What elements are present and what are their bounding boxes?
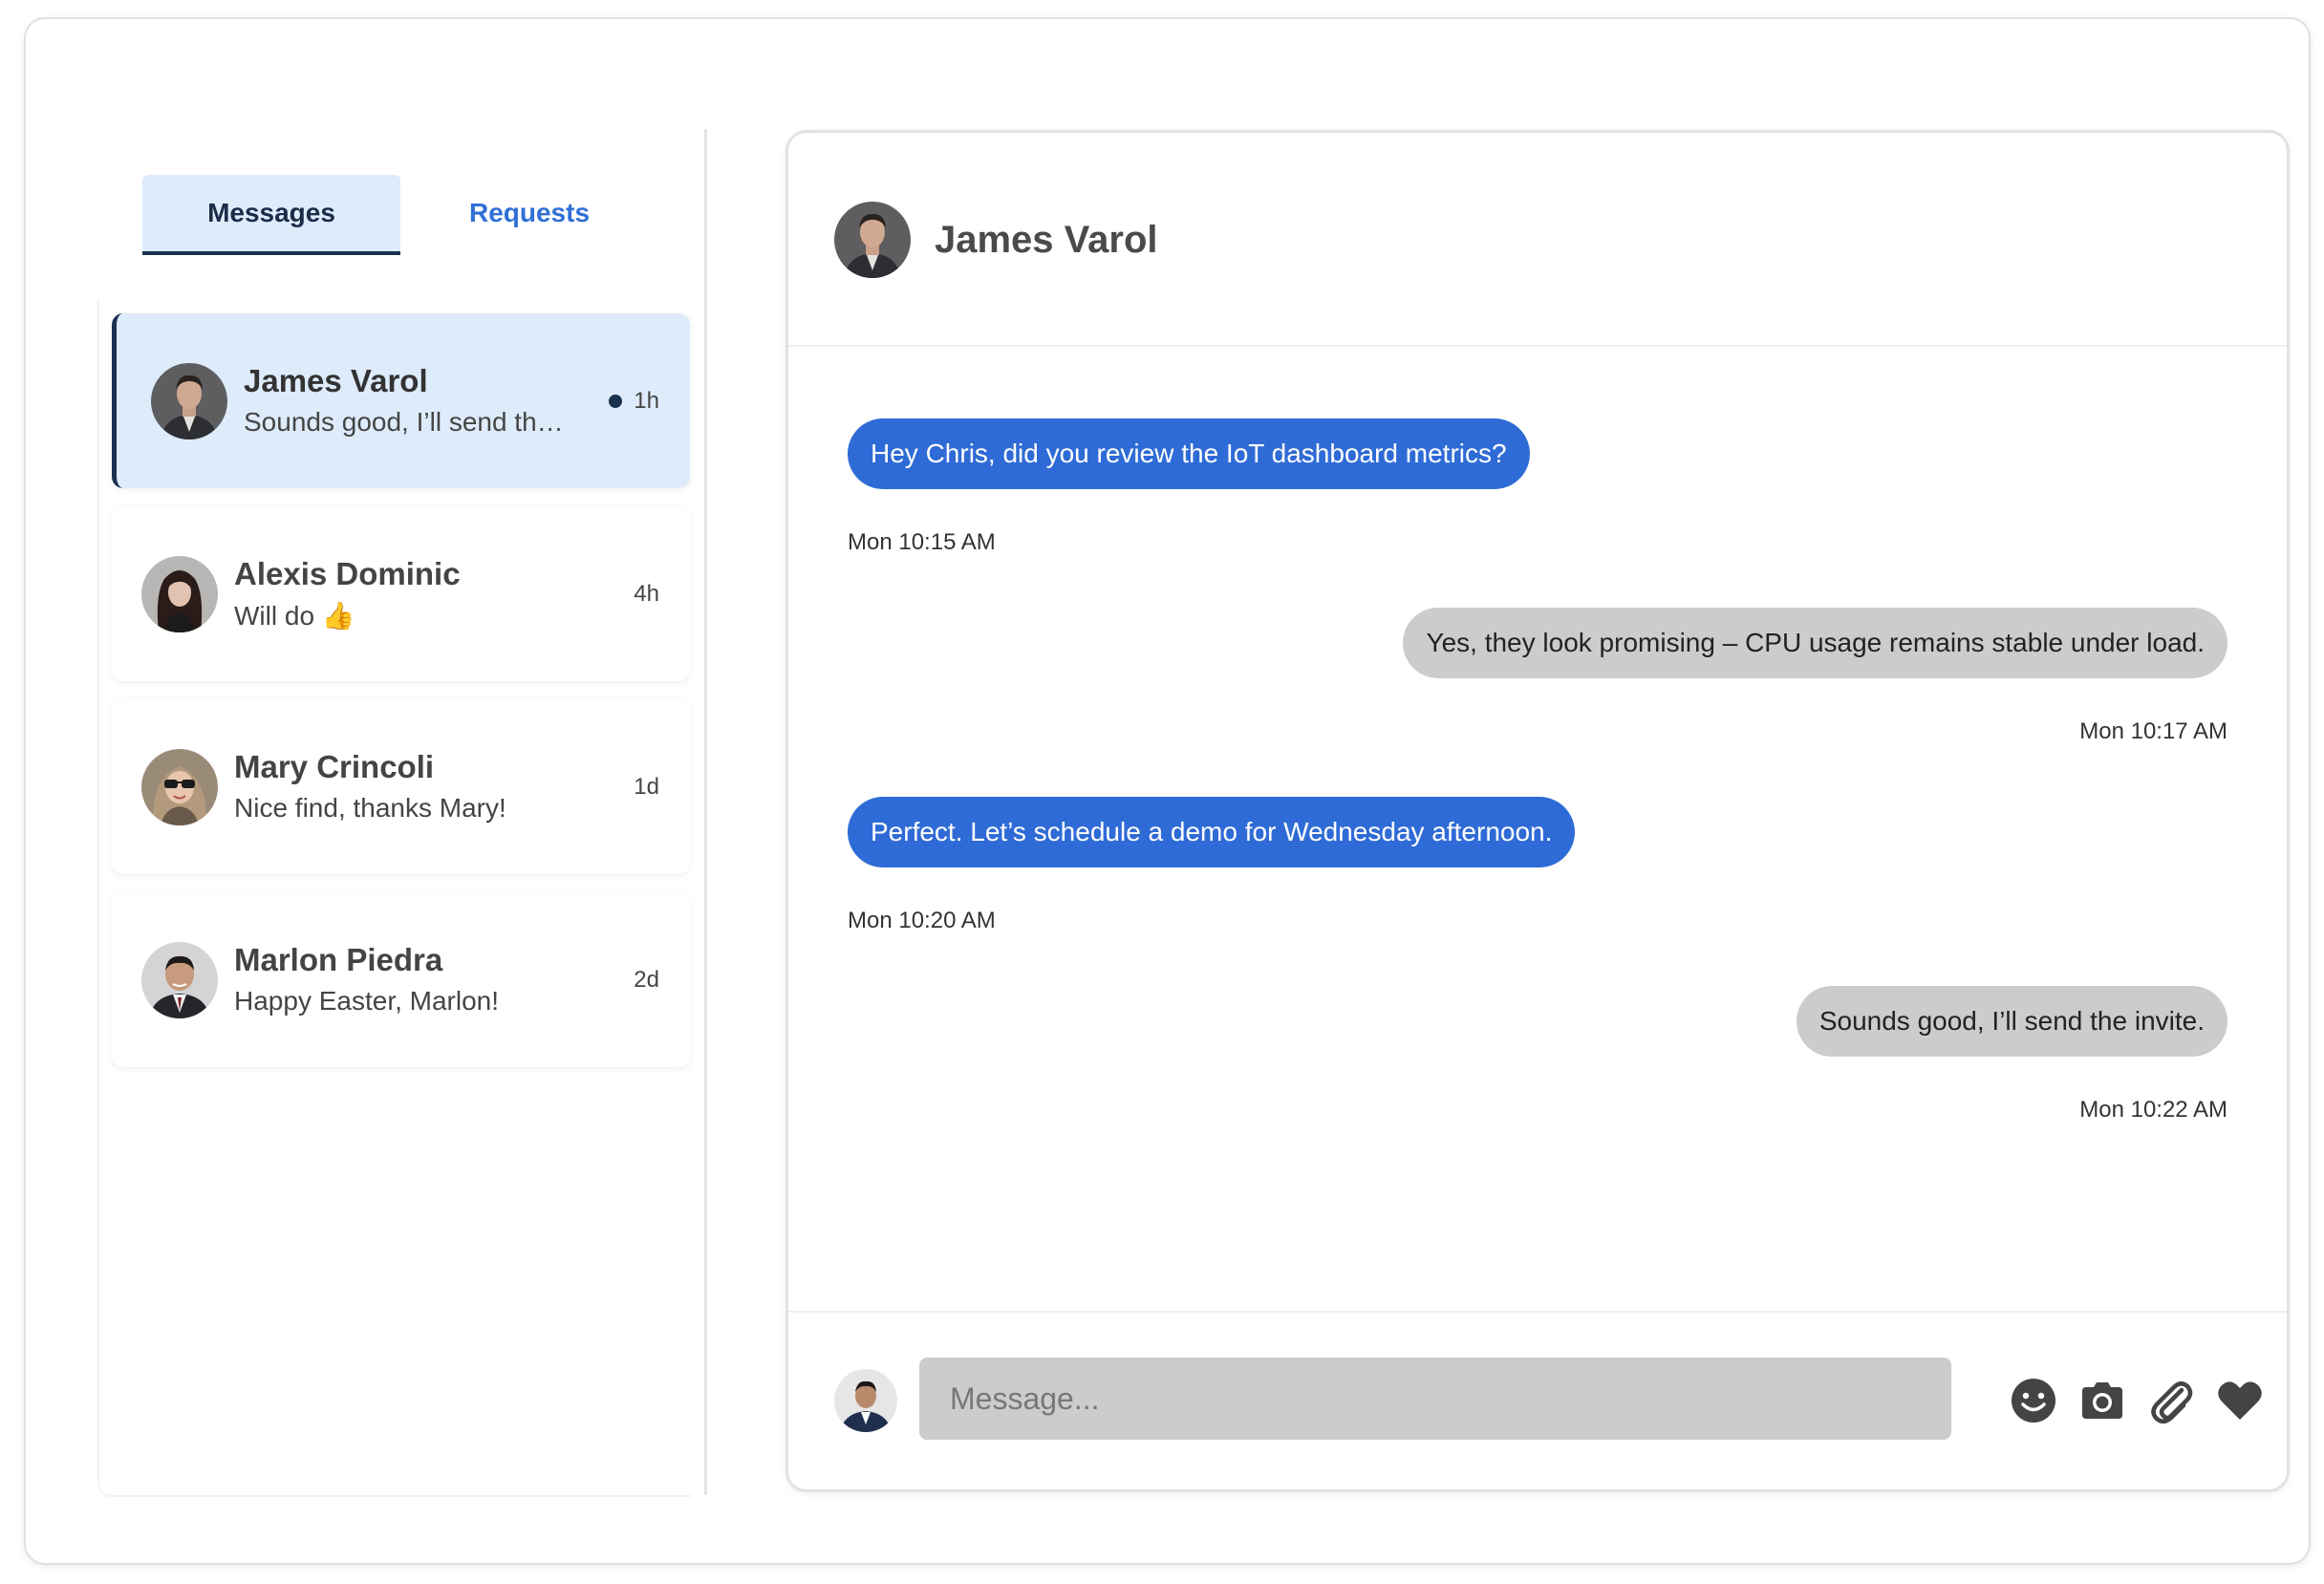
- tab-requests[interactable]: Requests: [400, 175, 658, 251]
- message-timestamp: Mon 10:20 AM: [848, 908, 996, 933]
- message-bubble-outgoing: Sounds good, I’ll send the invite.: [1796, 986, 2227, 1057]
- conversation-time: 1d: [634, 774, 659, 800]
- conversation-meta: 1d: [634, 774, 659, 801]
- conversation-meta: 1h: [609, 388, 659, 415]
- avatar: [141, 556, 218, 632]
- paperclip-icon[interactable]: [2147, 1377, 2195, 1424]
- conversation-meta: 4h: [634, 581, 659, 608]
- message-timestamp: Mon 10:17 AM: [2079, 718, 2227, 744]
- avatar[interactable]: [834, 202, 911, 278]
- conversation-list: James Varol Sounds good, I’ll send the i…: [112, 313, 690, 1085]
- avatar: [141, 942, 218, 1018]
- conversation-preview: Will do 👍: [234, 601, 355, 631]
- conversation-time: 1h: [634, 388, 659, 414]
- chat-header: James Varol: [788, 133, 2287, 347]
- message-bubble-incoming: Hey Chris, did you review the IoT dashbo…: [848, 418, 1530, 489]
- user-avatar: [834, 1369, 897, 1432]
- conversation-preview: Happy Easter, Marlon!: [234, 986, 500, 1016]
- conversation-name: Marlon Piedra: [234, 942, 443, 977]
- message-timestamp: Mon 10:22 AM: [2079, 1097, 2227, 1123]
- conversation-time: 4h: [634, 581, 659, 607]
- conversation-item-marlon-piedra[interactable]: Marlon Piedra Happy Easter, Marlon! 2d: [112, 892, 690, 1067]
- conversation-item-mary-crincoli[interactable]: Mary Crincoli Nice find, thanks Mary! 1d: [112, 699, 690, 874]
- conversation-name: Mary Crincoli: [234, 749, 435, 784]
- smiley-icon[interactable]: [2010, 1377, 2057, 1424]
- conversation-item-james-varol[interactable]: James Varol Sounds good, I’ll send the i…: [112, 313, 690, 488]
- conversation-name: Alexis Dominic: [234, 556, 461, 591]
- message-bubble-incoming: Perfect. Let’s schedule a demo for Wedne…: [848, 797, 1576, 867]
- conversation-preview: Sounds good, I’ll send the invite.: [244, 407, 564, 437]
- message-input[interactable]: [919, 1358, 1951, 1440]
- camera-icon[interactable]: [2078, 1377, 2126, 1424]
- conversation-meta: 2d: [634, 967, 659, 994]
- messaging-app-window: Messages Requests James Varol Sounds goo…: [24, 17, 2311, 1565]
- message-composer: [788, 1311, 2287, 1489]
- avatar: [141, 749, 218, 825]
- chat-panel: James Varol Hey Chris, did you review th…: [785, 130, 2290, 1492]
- sidebar-divider: [704, 129, 707, 1495]
- tab-messages[interactable]: Messages: [142, 175, 400, 255]
- avatar: [151, 363, 227, 439]
- unread-indicator: [609, 395, 623, 408]
- conversation-name: James Varol: [244, 363, 428, 398]
- heart-icon[interactable]: [2216, 1377, 2264, 1424]
- chat-title: James Varol: [935, 219, 1158, 261]
- conversation-item-alexis-dominic[interactable]: Alexis Dominic Will do 👍 4h: [112, 506, 690, 681]
- message-timestamp: Mon 10:15 AM: [848, 529, 996, 555]
- inbox-tabs: Messages Requests: [142, 175, 678, 256]
- conversation-preview: Nice find, thanks Mary!: [234, 793, 506, 823]
- message-bubble-outgoing: Yes, they look promising – CPU usage rem…: [1403, 608, 2227, 678]
- conversation-time: 2d: [634, 967, 659, 993]
